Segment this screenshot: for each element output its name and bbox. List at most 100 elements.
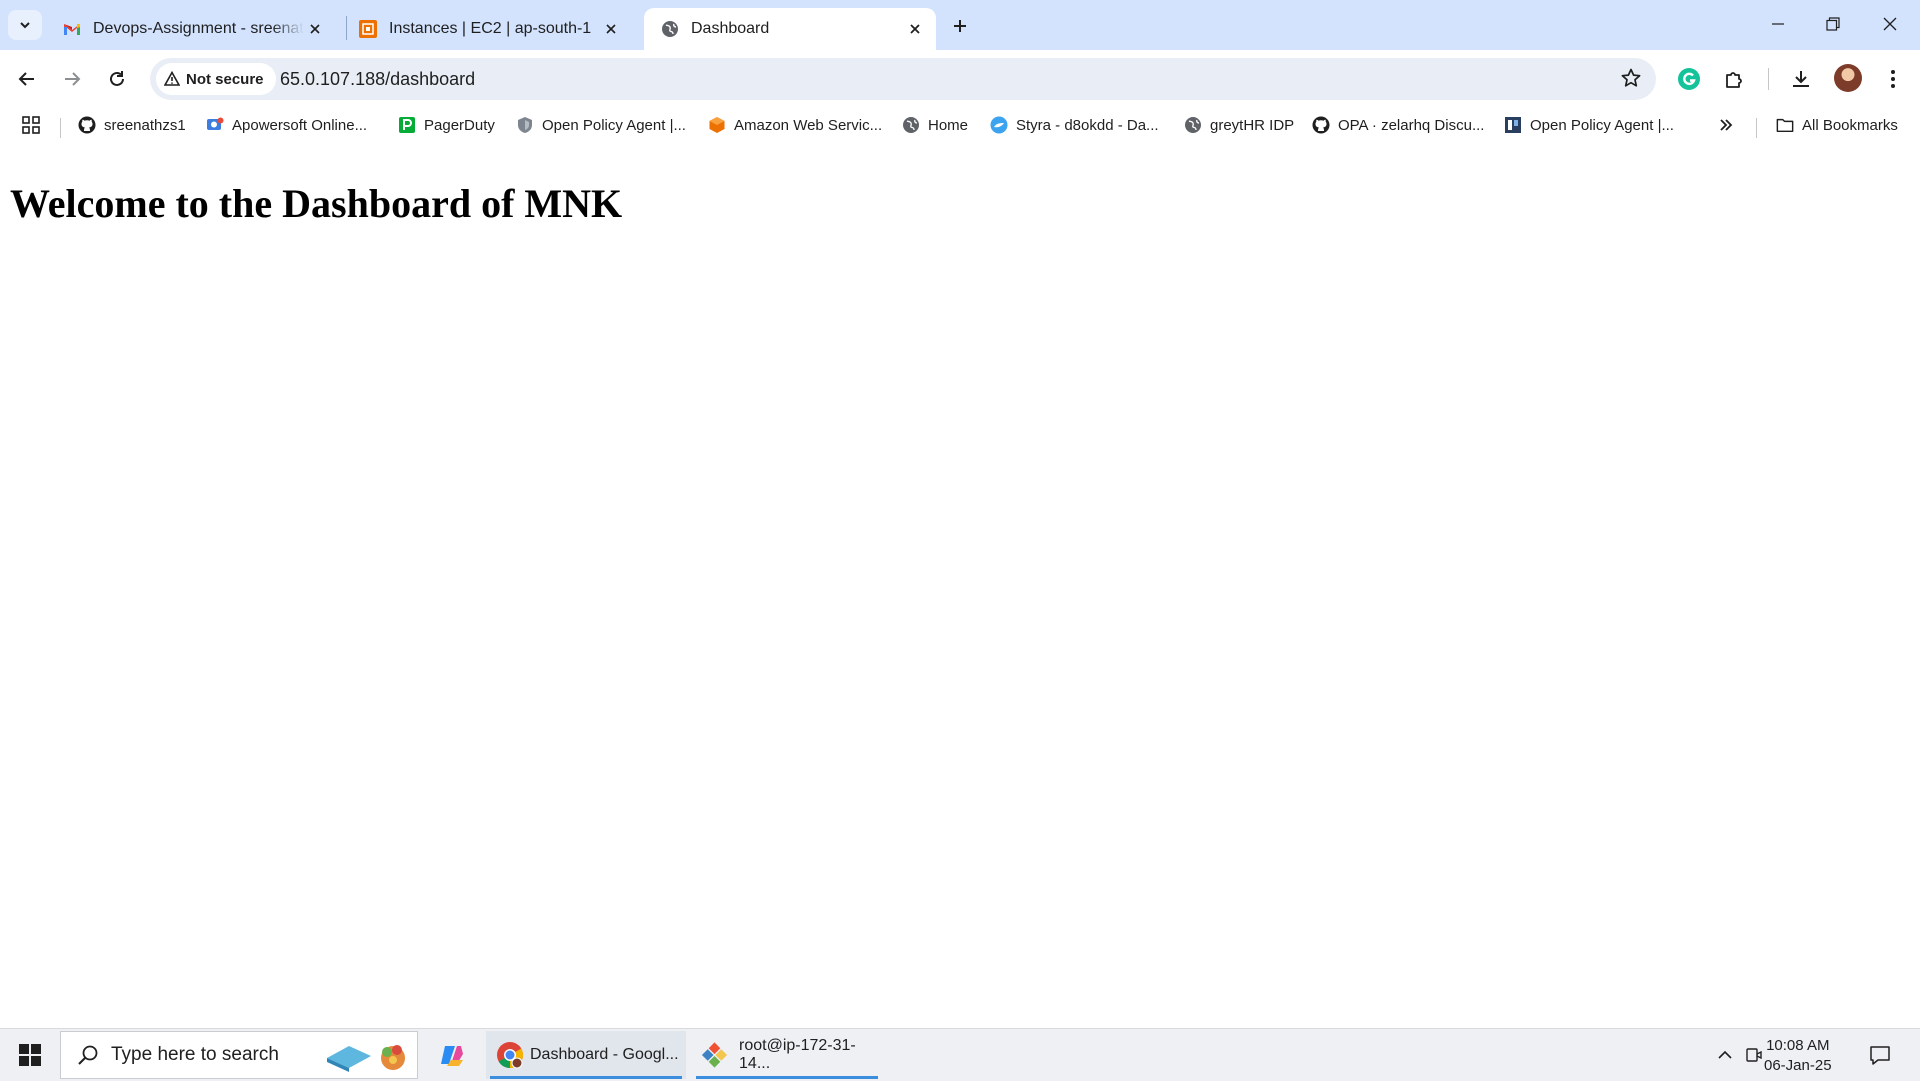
close-icon[interactable] [904, 18, 926, 40]
arrow-left-icon [18, 72, 34, 86]
arrow-right-icon [65, 72, 81, 86]
all-bookmarks-button[interactable]: All Bookmarks [1776, 113, 1898, 137]
search-icon [78, 1045, 98, 1065]
tab-title: Dashboard [691, 20, 770, 37]
bookmark-item[interactable]: Home [902, 113, 968, 137]
clock-date: 06-Jan-25 [1764, 1057, 1832, 1074]
globe-icon [662, 21, 678, 37]
start-button[interactable] [10, 1039, 50, 1071]
tab-gmail[interactable]: Devops-Assignment - sreenathl [46, 8, 336, 50]
bookmark-item[interactable]: greytHR IDP [1184, 113, 1294, 137]
back-button[interactable] [10, 62, 44, 96]
notification-center-icon [1870, 1046, 1890, 1065]
globe-icon [1184, 116, 1202, 134]
bookmark-item[interactable]: OPA · zelarhq Discu... [1312, 113, 1484, 137]
reload-button[interactable] [100, 62, 134, 96]
taskbar-app-git-bash[interactable]: root@ip-172-31-14... [692, 1031, 882, 1079]
tab-ec2[interactable]: Instances | EC2 | ap-south-1 [342, 8, 632, 50]
restore-icon [1826, 17, 1840, 31]
aws-icon [708, 116, 726, 134]
download-icon [1793, 71, 1809, 87]
bookmark-item[interactable]: Open Policy Agent |... [516, 113, 686, 137]
plus-icon [954, 20, 966, 32]
chevron-down-icon [20, 22, 30, 29]
bookmark-label: OPA · zelarhq Discu... [1338, 116, 1485, 134]
minimize-icon [1772, 23, 1784, 25]
tab-search-button[interactable] [8, 10, 42, 40]
notifications-button[interactable] [1864, 1041, 1896, 1069]
apps-grid-icon [22, 116, 40, 134]
toolbar-divider [1768, 68, 1769, 90]
bookmark-item[interactable]: Amazon Web Servic... [708, 113, 882, 137]
search-highlight-illustration-icon [327, 1045, 405, 1072]
puzzle-icon [1726, 72, 1742, 88]
web-page-content: Welcome to the Dashboard of MNK [0, 142, 1920, 1028]
bookmark-item[interactable]: Apowersoft Online... [206, 113, 367, 137]
browser-toolbar: Not secure 65.0.107.188/dashboard [0, 50, 1920, 108]
git-bash-icon [701, 1042, 728, 1068]
copilot-icon [441, 1046, 463, 1066]
downloads-button[interactable] [1784, 62, 1818, 96]
more-bookmarks-button[interactable] [1718, 113, 1734, 137]
all-bookmarks-label: All Bookmarks [1802, 116, 1898, 134]
camera-icon [1746, 1048, 1762, 1062]
tab-title: Devops-Assignment - sreenathl [93, 20, 304, 37]
chevron-double-right-icon [1720, 119, 1733, 131]
meet-now-button[interactable] [1742, 1041, 1766, 1069]
tab-dashboard[interactable]: Dashboard [644, 8, 936, 50]
profile-avatar[interactable] [1834, 64, 1862, 92]
pagerduty-icon [398, 116, 416, 134]
bookmark-item[interactable]: PagerDuty [398, 113, 495, 137]
opa-icon [516, 116, 534, 134]
clock-time: 10:08 AM [1766, 1037, 1830, 1054]
taskbar-app-chrome[interactable]: Dashboard - Googl... [486, 1031, 686, 1079]
site-security-chip[interactable]: Not secure [156, 63, 276, 95]
bookmark-label: sreenathzs1 [104, 116, 186, 134]
url-text[interactable]: 65.0.107.188/dashboard [280, 69, 475, 90]
bookmark-label: Apowersoft Online... [232, 116, 368, 134]
styra-icon [990, 116, 1008, 134]
bookmark-label: Open Policy Agent |... [1530, 116, 1674, 134]
open-app-indicator [696, 1076, 878, 1079]
apowersoft-icon [206, 116, 224, 134]
taskbar-search-box[interactable]: Type here to search [60, 1031, 418, 1079]
restore-button[interactable] [1813, 8, 1853, 40]
bookmark-item[interactable]: Open Policy Agent |... [1504, 113, 1674, 137]
chrome-icon [497, 1042, 524, 1069]
close-window-button[interactable] [1870, 8, 1910, 40]
bookmark-separator [60, 118, 61, 138]
copilot-taskbar-button[interactable] [432, 1031, 472, 1079]
bookmark-label: Styra - d8okdd - Da... [1016, 116, 1159, 134]
page-heading: Welcome to the Dashboard of MNK [10, 181, 623, 226]
tab-title: Instances | EC2 | ap-south-1 [389, 20, 592, 37]
grammarly-icon [1678, 68, 1700, 90]
gmail-icon [64, 24, 80, 35]
bookmark-label: greytHR IDP [1210, 116, 1295, 134]
system-clock[interactable]: 10:08 AM 06-Jan-25 [1764, 1036, 1832, 1076]
apps-button[interactable] [22, 113, 40, 137]
bookmark-item[interactable]: Styra - d8okdd - Da... [990, 113, 1159, 137]
show-hidden-icons-button[interactable] [1714, 1041, 1736, 1069]
opa-logo-icon [1504, 116, 1522, 134]
bookmarks-bar: sreenathzs1 Apowersoft Online... PagerDu… [0, 108, 1920, 142]
taskbar-app-label: Dashboard - Googl... [530, 1046, 679, 1063]
chevron-up-icon [1718, 1050, 1732, 1059]
security-label: Not secure [186, 70, 264, 88]
forward-button[interactable] [55, 62, 89, 96]
address-bar[interactable]: Not secure 65.0.107.188/dashboard [150, 58, 1656, 100]
menu-button[interactable] [1876, 62, 1910, 96]
windows-taskbar: Type here to search Dashboard - Googl... [0, 1028, 1920, 1081]
new-tab-button[interactable] [946, 12, 974, 40]
close-icon[interactable] [304, 18, 326, 40]
bookmark-star-icon[interactable] [1620, 67, 1642, 94]
grammarly-extension-button[interactable] [1672, 62, 1706, 96]
bookmark-label: Open Policy Agent |... [542, 116, 686, 134]
github-icon [1312, 116, 1330, 134]
taskbar-app-label: root@ip-172-31-14... [739, 1037, 856, 1072]
bookmark-item[interactable]: sreenathzs1 [78, 113, 186, 137]
extensions-button[interactable] [1718, 62, 1752, 96]
close-icon[interactable] [600, 18, 622, 40]
minimize-button[interactable] [1758, 8, 1798, 40]
bookmark-label: PagerDuty [424, 116, 495, 134]
search-placeholder: Type here to search [111, 1044, 279, 1065]
